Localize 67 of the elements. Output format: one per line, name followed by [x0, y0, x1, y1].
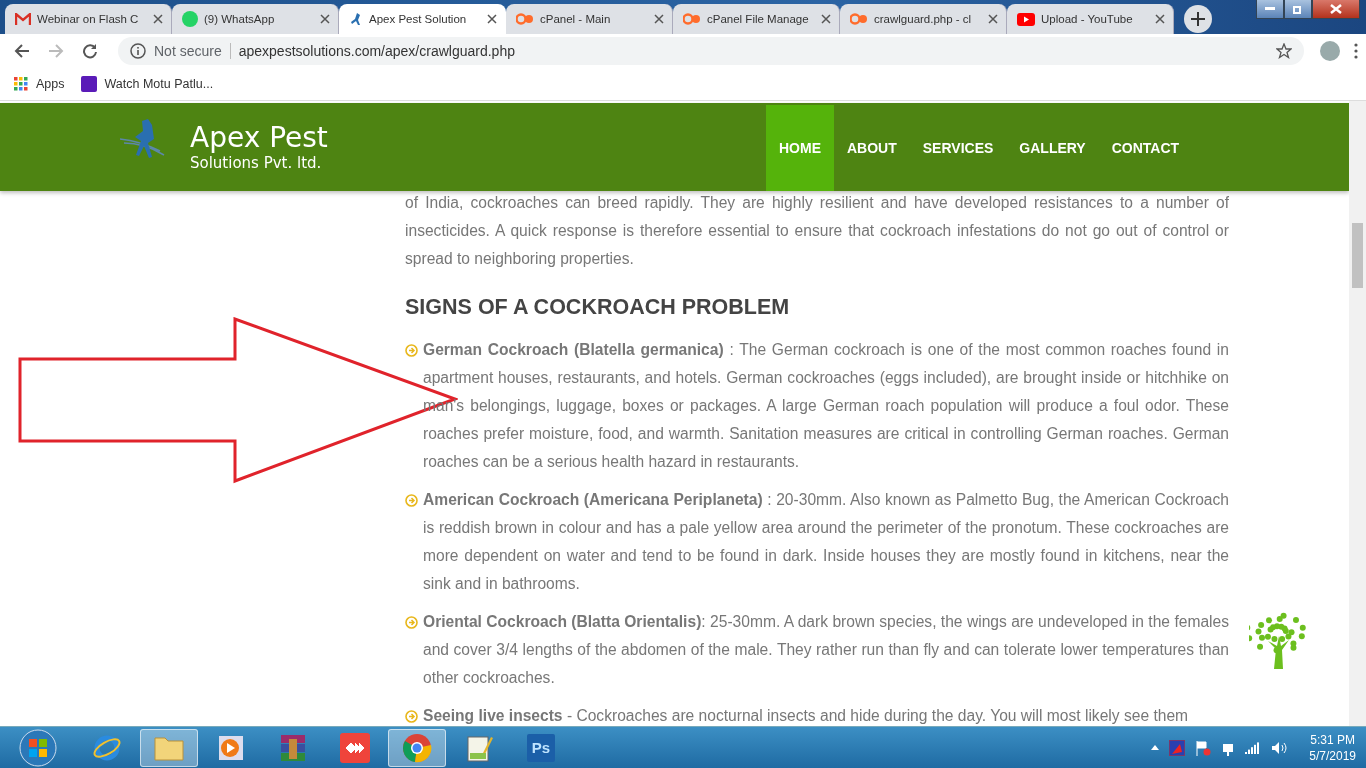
bookmark[interactable]: Apps: [14, 77, 65, 91]
clock-date[interactable]: 5/7/2019: [1309, 747, 1356, 764]
browser-tab[interactable]: (9) WhatsApp: [172, 4, 339, 34]
browser-tab[interactable]: cPanel - Main: [506, 4, 673, 34]
speaker-icon[interactable]: [1271, 740, 1288, 755]
browser-tab[interactable]: cPanel File Manage: [673, 4, 840, 34]
bookmark[interactable]: Watch Motu Patlu...: [80, 76, 214, 92]
logo-subtitle: Solutions Pvt. ltd.: [190, 154, 323, 172]
reload-icon[interactable]: [82, 43, 98, 59]
figure-icon: [349, 12, 363, 26]
browser-tab[interactable]: crawlguard.php - cl: [840, 4, 1007, 34]
books-icon: [279, 732, 307, 763]
info-icon: [130, 43, 146, 59]
chrome-icon: [402, 732, 432, 763]
plus-icon: [1191, 12, 1205, 26]
close-icon[interactable]: [487, 14, 497, 24]
section-heading: SIGNS OF A COCKROACH PROBLEM: [405, 294, 791, 321]
close-icon[interactable]: [654, 14, 664, 24]
minimize-icon: [1265, 7, 1275, 11]
nav-link[interactable]: GALLERY: [1006, 105, 1099, 191]
bullet-icon: [405, 494, 418, 507]
browser-tab[interactable]: Upload - YouTube: [1007, 4, 1174, 34]
signal-icon[interactable]: [1245, 741, 1262, 754]
taskbar-app[interactable]: [388, 728, 446, 767]
close-icon[interactable]: [153, 14, 163, 24]
menu-icon[interactable]: [1354, 43, 1358, 59]
close-icon[interactable]: [1155, 14, 1165, 24]
address-bar[interactable]: Not secure apexpestsolutions.com/apex/crawlguard.php: [118, 37, 1304, 65]
cockroach-description: American Cockroach (Americana Periplaneta) : 20-30mm. Also known as Palmetto Bug, the American Cockroach is reddish brown in colour and has a pale yellow area around the perimeter of the pronotum. These cockroaches are more dependent on water and tend to be found in dark. Inside houses they are mostly found in kitchens, near the sink and in bathrooms.: [423, 491, 1229, 592]
minimize-button[interactable]: [1256, 0, 1284, 19]
clock-time[interactable]: 5:31 PM: [1309, 731, 1356, 748]
maximize-button[interactable]: [1284, 0, 1312, 19]
bullet-icon: [405, 344, 418, 357]
url-text: apexpestsolutions.com/apex/crawlguard.php: [238, 43, 515, 59]
cockroach-description: Oriental Cockroach (Blatta Orientalis): 25-30mm. A dark brown species, the wings are undeveloped in the females and cover 3/4 lengths of the abdomen of the male. They rather run than fly and can tolerate lower temperatures than other cockroaches.: [423, 613, 1229, 686]
close-button[interactable]: [1312, 0, 1360, 19]
new-tab-button[interactable]: [1184, 5, 1212, 33]
bullet-icon: [405, 616, 418, 629]
cockroach-description: Seeing live insects - Cockroaches are nocturnal insects and hide during the day. You will most likely see them: [423, 707, 1189, 724]
star-icon[interactable]: [1276, 43, 1292, 59]
taskbar-app[interactable]: [140, 728, 198, 767]
nav-link[interactable]: SERVICES: [909, 105, 1007, 191]
play-icon: [1017, 12, 1035, 26]
photoshop-icon: Ps: [527, 733, 555, 762]
close-icon[interactable]: [821, 14, 831, 24]
browser-tab[interactable]: Apex Pest Solution: [339, 4, 506, 34]
restore-icon: [1293, 4, 1303, 14]
close-icon[interactable]: [988, 14, 998, 24]
browser-tab[interactable]: Webinar on Flash C: [5, 4, 172, 34]
back-icon[interactable]: [14, 43, 30, 59]
close-icon[interactable]: [320, 14, 330, 24]
security-label: Not secure: [154, 43, 231, 59]
apps-icon: [14, 77, 28, 91]
bullet-icon: [405, 710, 418, 723]
flag-icon[interactable]: [1195, 739, 1212, 756]
chat-icon: [182, 11, 198, 27]
intro-paragraph: of India, cockroaches can breed rapidly. They are highly resilient and have developed resistances to a number of insecticides. A quick response is therefore essential to ensure that cockroach infestations do not go out of control or spread to neighboring properties.: [405, 193, 1229, 269]
logo-title: Apex Pest: [190, 122, 328, 154]
close-icon: [1330, 4, 1342, 14]
scrollbar[interactable]: [1349, 101, 1366, 726]
media-icon: [217, 733, 245, 762]
caret-icon[interactable]: [1151, 745, 1160, 750]
mail-icon: [15, 13, 31, 25]
voot-icon: [80, 76, 97, 92]
nav-link[interactable]: ABOUT: [834, 105, 910, 191]
taskbar-app[interactable]: Ps: [512, 728, 570, 767]
nav-link[interactable]: CONTACT: [1098, 105, 1193, 191]
